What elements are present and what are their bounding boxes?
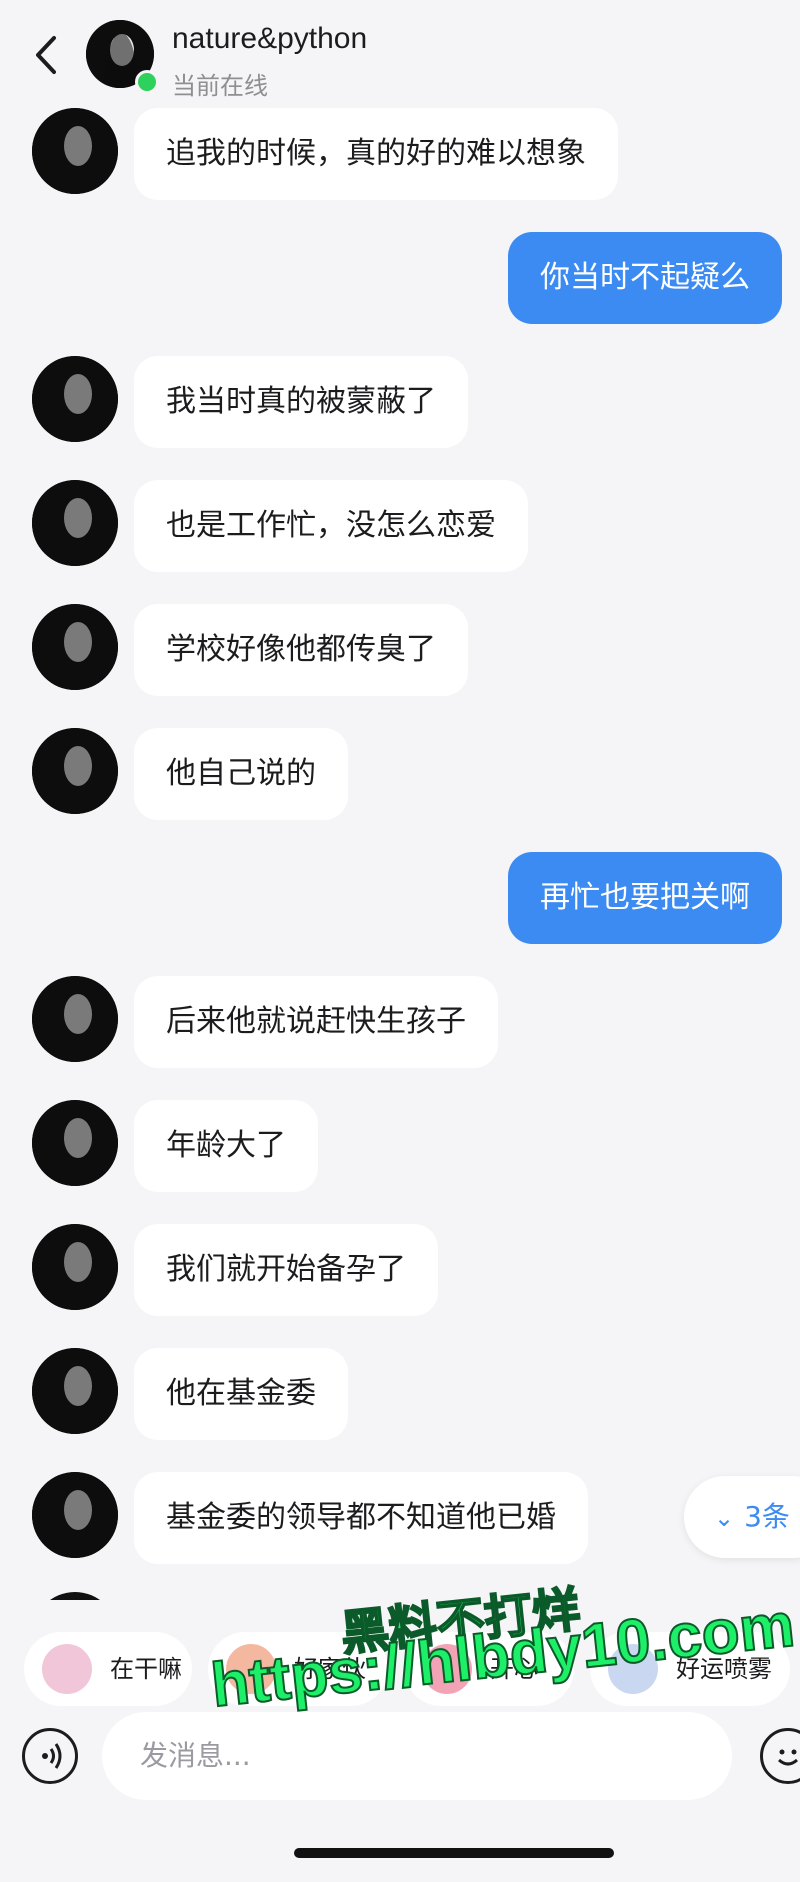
incoming-message[interactable]: 我们就开始备孕了 (134, 1224, 438, 1316)
peach-emoji-icon (226, 1644, 276, 1694)
incoming-message[interactable]: 也是工作忙，没怎么恋爱 (134, 480, 528, 572)
sender-avatar[interactable] (32, 1100, 118, 1186)
sender-avatar[interactable] (32, 976, 118, 1062)
quick-reply-chip[interactable]: 在干嘛 (24, 1632, 192, 1706)
contact-name[interactable]: nature&python (172, 22, 367, 56)
sender-avatar[interactable] (32, 356, 118, 442)
online-indicator (135, 70, 159, 94)
chat-header: nature&python 当前在线 (0, 0, 800, 100)
sender-avatar[interactable] (32, 108, 118, 194)
incoming-message[interactable]: 他在基金委 (134, 1348, 348, 1440)
emoji-picker-icon[interactable] (760, 1728, 800, 1784)
sender-avatar[interactable] (32, 1224, 118, 1310)
incoming-message[interactable]: 他自己说的 (134, 728, 348, 820)
incoming-message[interactable]: 追我的时候，真的好的难以想象 (134, 108, 618, 200)
incoming-message[interactable]: 我当时真的被蒙蔽了 (134, 356, 468, 448)
home-indicator[interactable] (294, 1848, 614, 1858)
sender-avatar[interactable] (32, 480, 118, 566)
quick-reply-label: 好运喷雾 (676, 1655, 772, 1683)
quick-reply-chip[interactable]: 好运喷雾 (590, 1632, 790, 1706)
unread-count: 3条 (744, 1500, 790, 1533)
quick-reply-chip[interactable]: 好家伙 (208, 1632, 388, 1706)
spray-emoji-icon (608, 1644, 658, 1694)
outgoing-message[interactable]: 你当时不起疑么 (508, 232, 782, 324)
sender-avatar[interactable] (32, 728, 118, 814)
quick-reply-chip[interactable]: 开心 (404, 1632, 574, 1706)
incoming-message[interactable]: 后来他就说赶快生孩子 (134, 976, 498, 1068)
double-chevron-down-icon: ⌄ (714, 1504, 735, 1532)
sender-avatar[interactable] (32, 1348, 118, 1434)
sender-avatar[interactable] (32, 1472, 118, 1558)
quick-reply-label: 好家伙 (294, 1655, 366, 1683)
quick-reply-label: 在干嘛 (110, 1655, 182, 1683)
sender-avatar[interactable] (32, 604, 118, 690)
message-input[interactable]: 发消息... (102, 1712, 732, 1800)
incoming-message[interactable]: 学校好像他都传臭了 (134, 604, 468, 696)
back-icon[interactable] (30, 30, 60, 80)
online-status: 当前在线 (172, 72, 268, 100)
incoming-message[interactable]: 基金委的领导都不知道他已婚 (134, 1472, 588, 1564)
unread-messages-button[interactable]: ⌄ 3条 (684, 1476, 800, 1558)
face-emoji-icon (42, 1644, 92, 1694)
voice-input-icon[interactable] (22, 1728, 78, 1784)
quick-reply-label: 开心 (490, 1655, 538, 1683)
outgoing-message[interactable]: 再忙也要把关啊 (508, 852, 782, 944)
heart-emoji-icon (422, 1644, 472, 1694)
incoming-message[interactable]: 年龄大了 (134, 1100, 318, 1192)
